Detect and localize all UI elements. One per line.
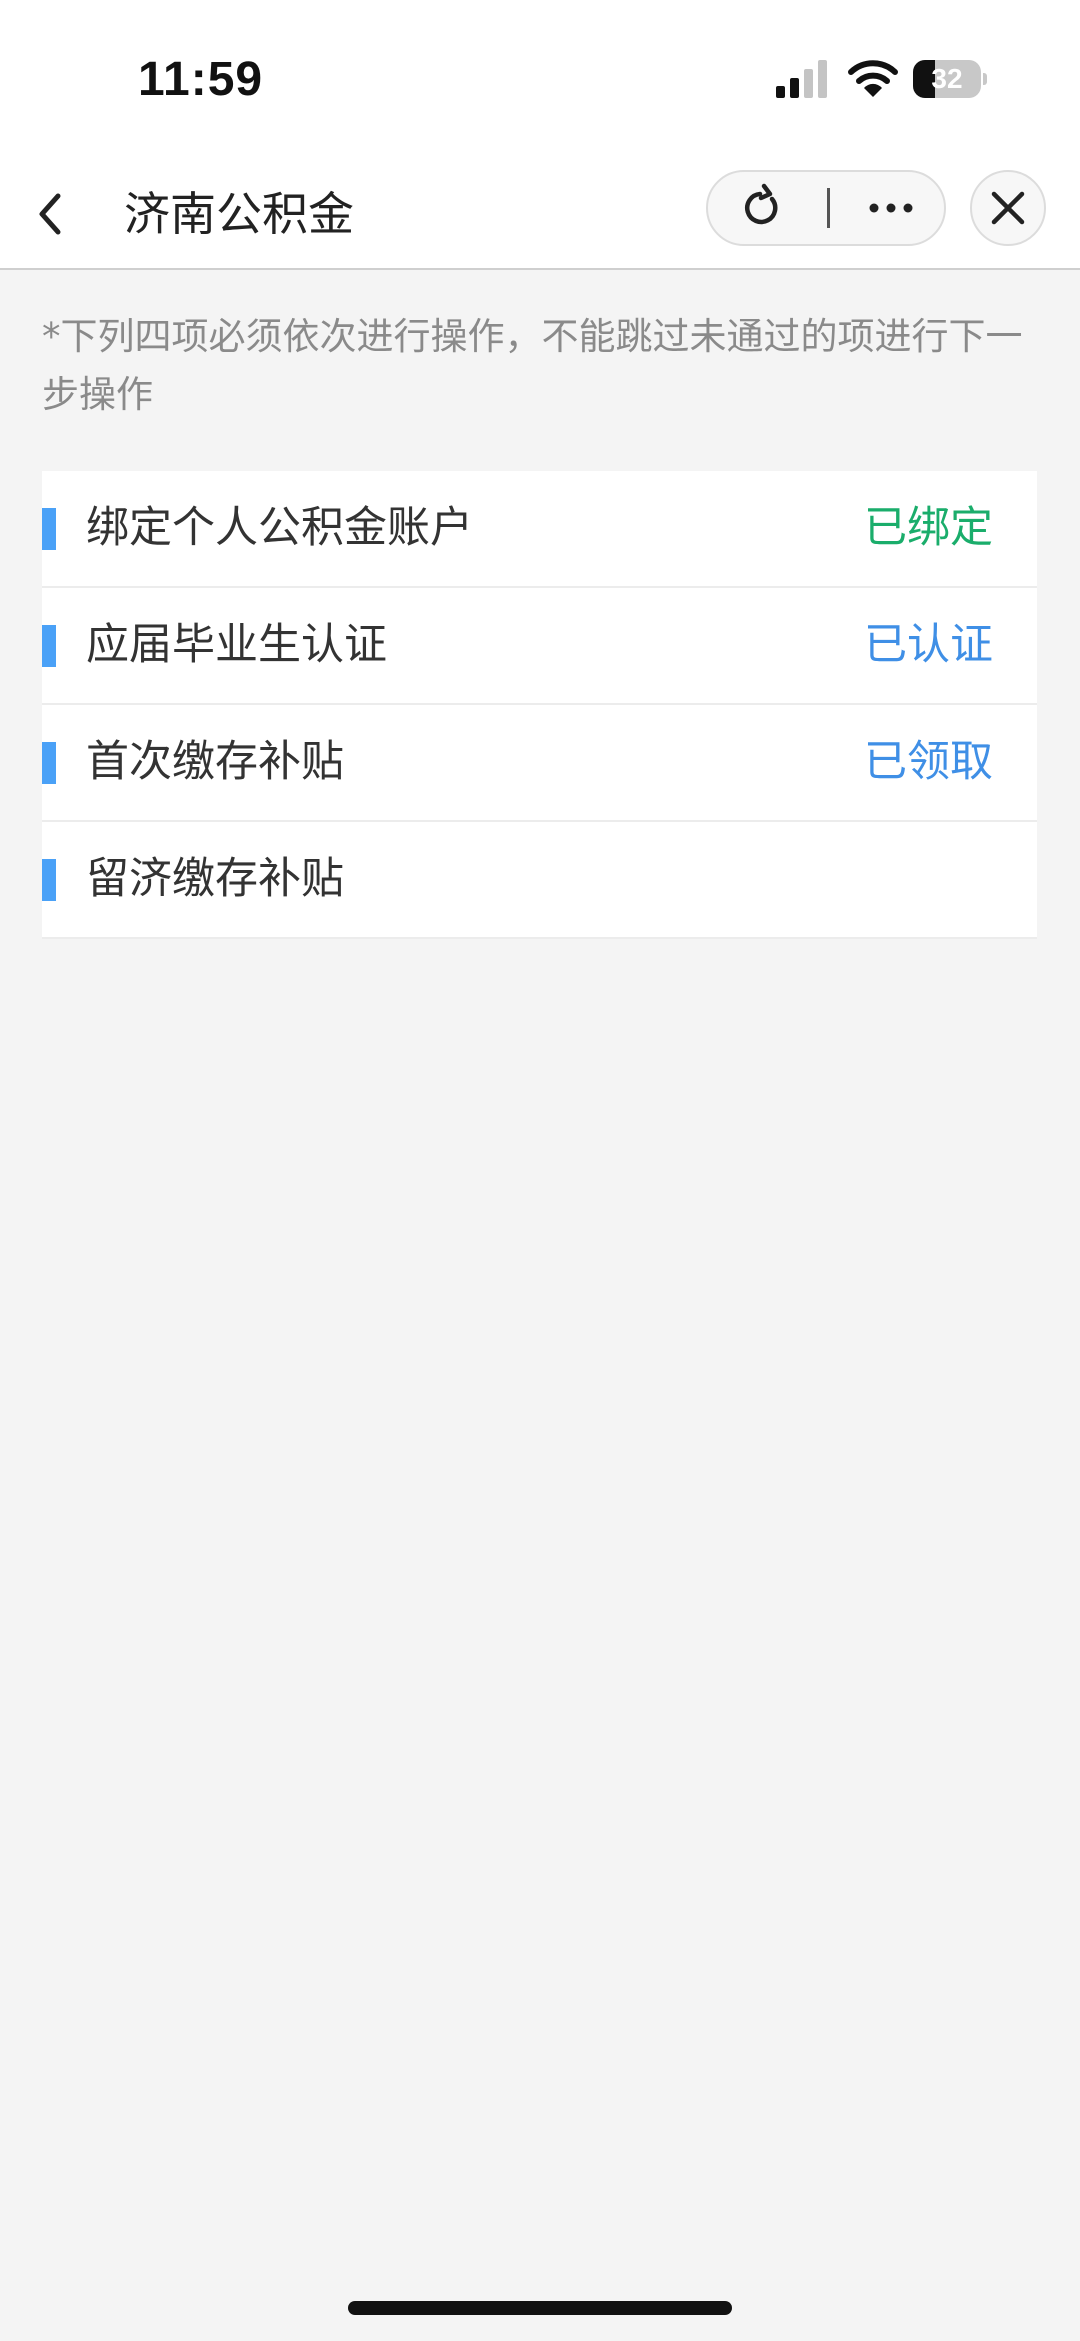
step-label: 首次缴存补贴 [86, 737, 344, 787]
wifi-icon [848, 60, 898, 97]
refresh-button[interactable] [720, 172, 804, 244]
instruction-notice: *下列四项必须依次进行操作，不能跳过未通过的项进行下一步操作 [42, 315, 1023, 416]
status-bar: 11:59 32 [0, 0, 1080, 160]
step-label: 绑定个人公积金账户 [86, 503, 473, 553]
page-title: 济南公积金 [124, 187, 354, 241]
step-marker [42, 508, 56, 550]
chevron-left-icon [39, 193, 61, 235]
refresh-icon [745, 183, 778, 225]
step-status: 已认证 [864, 620, 993, 670]
home-indicator [348, 2301, 732, 2315]
battery-icon: 32 [913, 60, 987, 98]
step-list: 绑定个人公积金账户 已绑定 应届毕业生认证 已认证 首次缴存补贴 已领取 留济缴… [42, 471, 1037, 939]
battery-level-text: 32 [931, 63, 963, 94]
step-item-graduate-certification[interactable]: 应届毕业生认证 已认证 [42, 588, 1037, 705]
capsule-divider [827, 188, 830, 228]
step-marker [42, 859, 56, 901]
step-marker [42, 742, 56, 784]
status-time: 11:59 [138, 53, 264, 106]
step-item-stay-jinan-subsidy[interactable]: 留济缴存补贴 [42, 822, 1037, 939]
step-item-first-deposit-subsidy[interactable]: 首次缴存补贴 已领取 [42, 705, 1037, 822]
nav-bar: 济南公积金 [0, 160, 1080, 270]
step-marker [42, 625, 56, 667]
more-dots-icon [869, 203, 913, 213]
step-status: 已绑定 [864, 503, 993, 553]
mini-program-capsule [706, 170, 946, 246]
back-button[interactable] [26, 182, 82, 246]
step-item-bind-account[interactable]: 绑定个人公积金账户 已绑定 [42, 471, 1037, 588]
close-icon [991, 191, 1025, 225]
cellular-signal-icon [776, 60, 827, 98]
step-label: 留济缴存补贴 [86, 854, 344, 904]
step-status: 已领取 [864, 737, 993, 787]
close-button[interactable] [970, 170, 1046, 246]
more-button[interactable] [846, 172, 936, 244]
step-label: 应届毕业生认证 [86, 620, 387, 670]
